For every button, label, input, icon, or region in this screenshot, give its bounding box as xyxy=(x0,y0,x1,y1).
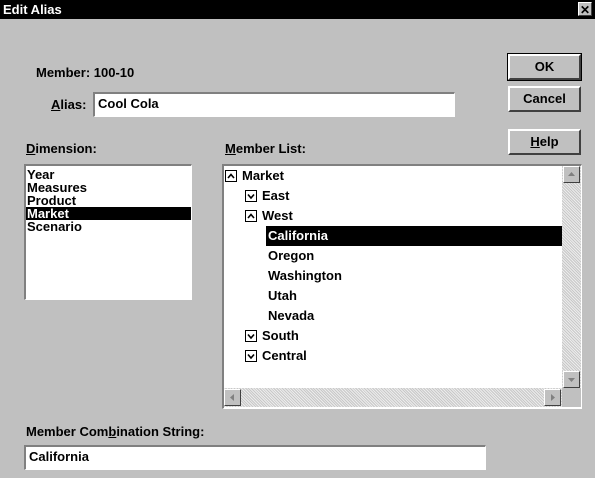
tree-item[interactable]: California xyxy=(224,226,562,246)
collapse-icon[interactable] xyxy=(225,170,237,182)
title-bar: Edit Alias ✕ xyxy=(0,0,595,19)
dimension-label-rest: imension: xyxy=(35,141,97,156)
alias-input[interactable]: Cool Cola xyxy=(93,92,455,117)
tree-item-label: Washington xyxy=(268,268,342,283)
scroll-left-button[interactable] xyxy=(224,389,241,406)
scroll-right-button[interactable] xyxy=(544,389,561,406)
scrollbar-corner xyxy=(562,388,581,407)
tree-item[interactable]: Central xyxy=(224,346,562,366)
tree-item[interactable]: East xyxy=(224,186,562,206)
tree-item-label: South xyxy=(262,328,299,343)
help-button[interactable]: Help xyxy=(508,129,581,155)
alias-label: Alias: xyxy=(51,97,86,112)
scroll-up-button[interactable] xyxy=(563,166,580,183)
window-title: Edit Alias xyxy=(3,2,62,17)
help-button-rest: elp xyxy=(539,134,559,149)
tree-item[interactable]: Market xyxy=(224,166,562,186)
combination-input[interactable]: California xyxy=(24,445,486,470)
vertical-scrollbar[interactable] xyxy=(562,166,581,388)
tree-item-label: West xyxy=(262,208,293,223)
tree-item[interactable]: Nevada xyxy=(224,306,562,326)
horizontal-scrollbar[interactable] xyxy=(224,388,562,407)
expand-icon[interactable] xyxy=(245,350,257,362)
dimension-label: Dimension: xyxy=(26,141,97,156)
member-list-label-rest: ember List: xyxy=(235,141,306,156)
tree-item-label: Oregon xyxy=(268,248,315,263)
expand-icon[interactable] xyxy=(245,330,257,342)
tree-item[interactable]: Oregon xyxy=(224,246,562,266)
arrow-right-icon xyxy=(551,394,555,401)
combination-label-rest: ination String: xyxy=(116,424,205,439)
alias-label-accesskey: A xyxy=(51,97,61,112)
tree-item-label: East xyxy=(262,188,290,203)
alias-label-rest: lias: xyxy=(60,97,87,112)
dimension-item[interactable]: Scenario xyxy=(26,220,191,233)
tree-item[interactable]: Utah xyxy=(224,286,562,306)
tree-item-label: Market xyxy=(242,168,284,183)
tree-item[interactable]: South xyxy=(224,326,562,346)
member-list-label-accesskey: M xyxy=(225,141,236,156)
expand-icon[interactable] xyxy=(245,190,257,202)
tree-item-label: Central xyxy=(262,348,307,363)
tree-item[interactable]: Washington xyxy=(224,266,562,286)
close-button[interactable]: ✕ xyxy=(578,2,592,17)
collapse-icon[interactable] xyxy=(245,210,257,222)
member-tree[interactable]: Market East West California Oregon Washington… xyxy=(222,164,582,409)
arrow-down-icon xyxy=(568,378,575,382)
help-button-accesskey: H xyxy=(530,134,540,149)
scroll-down-button[interactable] xyxy=(563,371,580,388)
cancel-button[interactable]: Cancel xyxy=(508,86,581,112)
member-list-label: Member List: xyxy=(225,141,306,156)
arrow-up-icon xyxy=(568,172,575,176)
tree-item[interactable]: West xyxy=(224,206,562,226)
member-label: Member: 100-10 xyxy=(36,65,135,80)
tree-item-label: California xyxy=(266,226,562,246)
dimension-label-accesskey: D xyxy=(26,141,36,156)
dimension-list[interactable]: Year Measures Product Market Scenario xyxy=(24,164,192,300)
arrow-left-icon xyxy=(230,394,234,401)
tree-item-label: Utah xyxy=(268,288,297,303)
tree-item-label: Nevada xyxy=(268,308,315,323)
edit-alias-dialog: Edit Alias ✕ Member: 100-10 Alias: Cool … xyxy=(0,0,595,478)
combination-label: Member Combination String: xyxy=(26,424,204,439)
combination-label-prefix: Member Com xyxy=(26,424,109,439)
ok-button[interactable]: OK xyxy=(507,53,582,81)
